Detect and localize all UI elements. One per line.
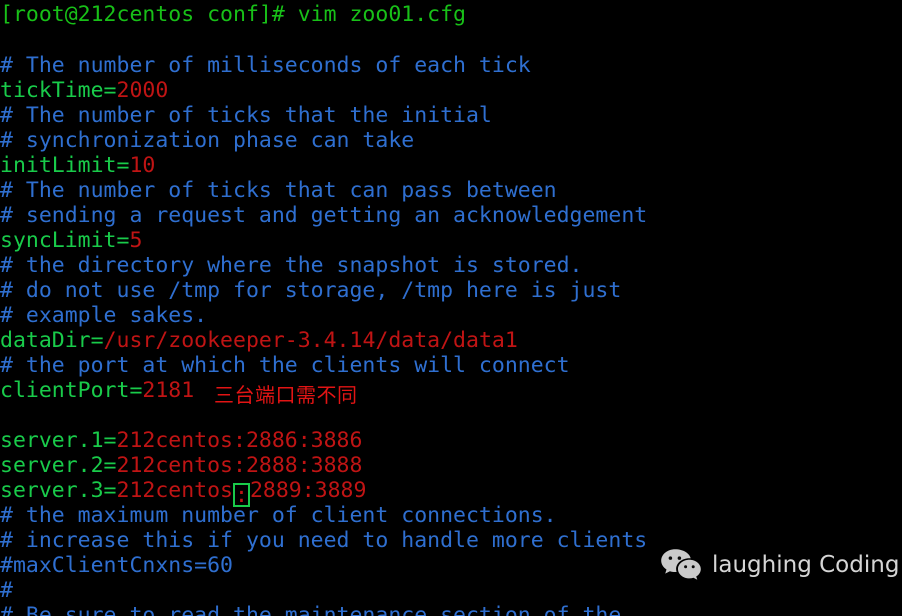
watermark: laughing Coding xyxy=(660,548,899,582)
config-comment-line: # the port at which the clients will con… xyxy=(0,353,570,378)
config-value: 212centos:2886:3886 xyxy=(116,428,363,453)
config-setting-line: initLimit=10 xyxy=(0,153,902,178)
watermark-text: laughing Coding xyxy=(712,552,900,578)
config-value: 2181 xyxy=(142,378,195,403)
config-value: 212centos:2888:3888 xyxy=(116,453,363,478)
config-setting-line: clientPort=2181 xyxy=(0,378,902,403)
config-setting-line-with-cursor: server.3=212centos:2889:3889 xyxy=(0,478,902,507)
config-comment-line: # synchronization phase can take xyxy=(0,128,415,153)
config-comment-line-clipped: # Be sure to read the maintenance sectio… xyxy=(0,603,622,616)
config-key: server.1= xyxy=(0,428,117,453)
config-comment-line: # do not use /tmp for storage, /tmp here… xyxy=(0,278,622,303)
wechat-icon xyxy=(660,548,702,582)
config-setting-line: syncLimit=5 xyxy=(0,228,902,253)
config-comment-line: # the directory where the snapshot is st… xyxy=(0,253,583,278)
config-value: 2000 xyxy=(116,78,169,103)
config-comment-line: # The number of ticks that can pass betw… xyxy=(0,178,557,203)
config-setting-line: server.1=212centos:2886:3886 xyxy=(0,428,902,453)
config-key: clientPort= xyxy=(0,378,143,403)
config-key: initLimit= xyxy=(0,153,130,178)
config-comment-line: # sending a request and getting an ackno… xyxy=(0,203,648,228)
config-key: dataDir= xyxy=(0,328,104,353)
config-key: server.2= xyxy=(0,453,117,478)
config-comment-line: # example sakes. xyxy=(0,303,208,328)
config-value-after-cursor: 2889:3889 xyxy=(249,478,367,503)
chinese-annotation: 三台端口需不同 xyxy=(214,383,358,407)
config-comment-line: # The number of milliseconds of each tic… xyxy=(0,53,531,78)
vim-cursor[interactable]: : xyxy=(233,483,250,507)
config-setting-line: tickTime=2000 xyxy=(0,78,902,103)
config-comment-line: # the maximum number of client connectio… xyxy=(0,503,557,528)
config-value: 10 xyxy=(129,153,156,178)
shell-prompt-line: [root@212centos conf]# vim zoo01.cfg xyxy=(0,2,466,27)
config-setting-line: server.2=212centos:2888:3888 xyxy=(0,453,902,478)
terminal-window[interactable]: [root@212centos conf]# vim zoo01.cfg # T… xyxy=(0,0,902,616)
config-value: 5 xyxy=(129,228,143,253)
config-key: tickTime= xyxy=(0,78,117,103)
config-key: syncLimit= xyxy=(0,228,130,253)
config-value-before-cursor: 212centos xyxy=(116,478,234,503)
config-key: server.3= xyxy=(0,478,117,503)
terminal-screen[interactable]: [root@212centos conf]# vim zoo01.cfg # T… xyxy=(0,0,902,616)
config-setting-line: dataDir=/usr/zookeeper-3.4.14/data/data1 xyxy=(0,328,902,353)
config-value: /usr/zookeeper-3.4.14/data/data1 xyxy=(103,328,518,353)
config-comment-line: # The number of ticks that the initial xyxy=(0,103,492,128)
